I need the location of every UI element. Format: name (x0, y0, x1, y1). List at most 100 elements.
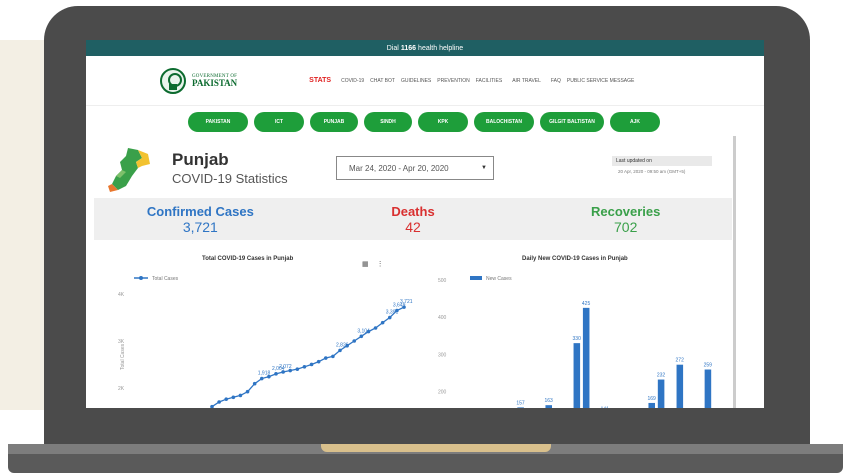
total-cases-point (295, 367, 300, 371)
nav-covid19[interactable]: COVID-19 (341, 78, 364, 84)
daily-cases-data-label: 425 (582, 301, 591, 307)
daily-cases-data-label: 169 (647, 396, 656, 402)
punjab-map-icon (108, 148, 150, 192)
total-cases-point (224, 397, 229, 401)
daily-cases-bar (704, 369, 712, 408)
page-subtitle: COVID-19 Statistics (172, 171, 288, 186)
total-cases-data-label: 3,104 (357, 328, 370, 334)
daily-cases-bar (657, 379, 665, 408)
charts-area: Total COVID-19 Cases in Punjab ▦ ⋮ Daily… (94, 248, 732, 408)
total-cases-point (274, 372, 278, 376)
daily-cases-bar (648, 402, 656, 408)
stat-recoveries: Recoveries 702 (519, 198, 732, 240)
line-chart-title: Total COVID-19 Cases in Punjab (202, 256, 294, 262)
total-cases-point (373, 326, 378, 330)
last-updated: Last updated on 20 Apr, 2020 - 09:50 am … (612, 156, 712, 177)
total-cases-data-label: 2,826 (336, 342, 349, 348)
total-cases-point (238, 393, 243, 398)
daily-cases-bar-chart: New Cases 500 400 300 200 157 163 330 425 141 169 2… (438, 276, 713, 408)
nav-facilities[interactable]: FACILITIES (476, 78, 502, 84)
more-vertical-icon[interactable]: ⋮ (377, 261, 384, 268)
confirmed-value: 3,721 (182, 218, 218, 235)
bar-y-tick: 400 (438, 315, 447, 321)
total-cases-point (309, 362, 314, 367)
total-cases-point (217, 400, 221, 404)
logo-text: GOVERNMENT OF PAKISTAN (192, 74, 237, 88)
deaths-value: 42 (405, 218, 421, 235)
nav-faq[interactable]: FAQ (551, 78, 561, 84)
nav-chatbot[interactable]: CHAT BOT (370, 78, 395, 84)
total-cases-point (331, 354, 335, 359)
daily-cases-bar (582, 307, 590, 408)
bar-y-tick: 300 (438, 352, 447, 358)
deaths-label: Deaths (391, 203, 435, 219)
helpline-pre: Dial (386, 44, 399, 52)
total-cases-point (316, 359, 321, 364)
nav-prevention[interactable]: PREVENTION (437, 78, 470, 84)
date-range-value: Mar 24, 2020 - Apr 20, 2020 (349, 163, 449, 173)
region-ajk[interactable]: AJK (610, 112, 660, 132)
total-cases-point (338, 348, 342, 353)
bar-y-tick: 200 (438, 389, 447, 395)
helpline-number[interactable]: 1166 (401, 45, 416, 52)
nav-stats[interactable]: STATS (309, 77, 331, 84)
daily-cases-data-label: 157 (516, 400, 525, 406)
state-emblem-icon (160, 67, 186, 94)
laptop-hinge (321, 444, 551, 452)
total-cases-point (231, 395, 236, 400)
recoveries-value: 702 (614, 218, 638, 235)
nav-menu: STATS COVID-19 CHAT BOT GUIDELINES PREVE… (309, 77, 634, 84)
nav-psm[interactable]: PUBLIC SERVICE MESSAGE (567, 78, 634, 84)
total-cases-line-chart: Total Cases4K3K2KTotal Cases1,9182,0042,… (118, 276, 413, 408)
total-cases-point (302, 365, 307, 369)
scrollbar[interactable] (733, 136, 736, 408)
page-title: Punjab (172, 150, 229, 169)
total-cases-data-label: 2,072 (279, 364, 292, 370)
line-legend-marker (139, 276, 143, 280)
total-cases-point (352, 339, 357, 343)
daily-cases-bar (517, 407, 524, 408)
nav-air-travel[interactable]: AIR TRAVEL (512, 78, 541, 84)
total-cases-point (387, 315, 392, 320)
region-kpk[interactable]: KPK (418, 112, 468, 132)
total-cases-data-label: 3,721 (400, 299, 413, 305)
region-sindh[interactable]: SINDH (364, 112, 412, 132)
total-cases-point (252, 381, 257, 386)
region-pakistan[interactable]: PAKISTAN (188, 112, 248, 132)
region-punjab[interactable]: PUNJAB (310, 112, 358, 132)
total-cases-point (359, 334, 364, 339)
daily-cases-data-label: 272 (676, 358, 685, 364)
line-y-axis-label: Total Cases (120, 343, 126, 370)
total-cases-point (380, 320, 385, 325)
stat-deaths: Deaths 42 (307, 198, 520, 240)
daily-cases-bar (676, 364, 684, 408)
date-range-select[interactable]: Mar 24, 2020 - Apr 20, 2020 ▼ (336, 156, 494, 180)
gov-logo[interactable]: GOVERNMENT OF PAKISTAN (160, 67, 237, 94)
daily-cases-data-label: 330 (573, 336, 582, 342)
caret-down-icon: ▼ (481, 165, 487, 171)
table-icon[interactable]: ▦ (362, 261, 369, 268)
bar-legend-label: New Cases (486, 276, 512, 282)
region-balochistan[interactable]: BALOCHISTAN (474, 112, 534, 132)
last-updated-label: Last updated on (612, 156, 712, 166)
total-cases-data-label: 1,918 (258, 371, 271, 377)
line-y-tick: 4K (118, 292, 125, 298)
nav-guidelines[interactable]: GUIDELINES (401, 78, 431, 84)
total-cases-series-line (211, 306, 405, 408)
last-updated-time: 20 Apr, 2020 - 09:50 am (GMT+5) (618, 169, 686, 174)
stats-header: Punjab COVID-19 Statistics Mar 24, 2020 … (86, 136, 732, 198)
region-gilgit-baltistan[interactable]: GILGIT BALTISTAN (540, 112, 604, 132)
daily-cases-data-label: 141 (601, 406, 610, 408)
daily-cases-data-label: 259 (704, 363, 713, 369)
total-cases-point (245, 389, 250, 394)
daily-cases-bar (573, 343, 581, 408)
stage: Dial 1166 health helpline GOVERNMENT OF … (0, 0, 851, 473)
line-legend-label: Total Cases (152, 276, 179, 282)
line-y-tick: 2K (118, 386, 125, 392)
daily-cases-data-label: 163 (544, 398, 553, 404)
region-ict[interactable]: ICT (254, 112, 304, 132)
recoveries-label: Recoveries (590, 203, 661, 219)
bar-chart-title: Daily New COVID-19 Cases in Punjab (522, 256, 628, 262)
chart-tools: ▦ ⋮ (362, 260, 390, 268)
total-cases-data-label: 3,391 (386, 310, 399, 316)
